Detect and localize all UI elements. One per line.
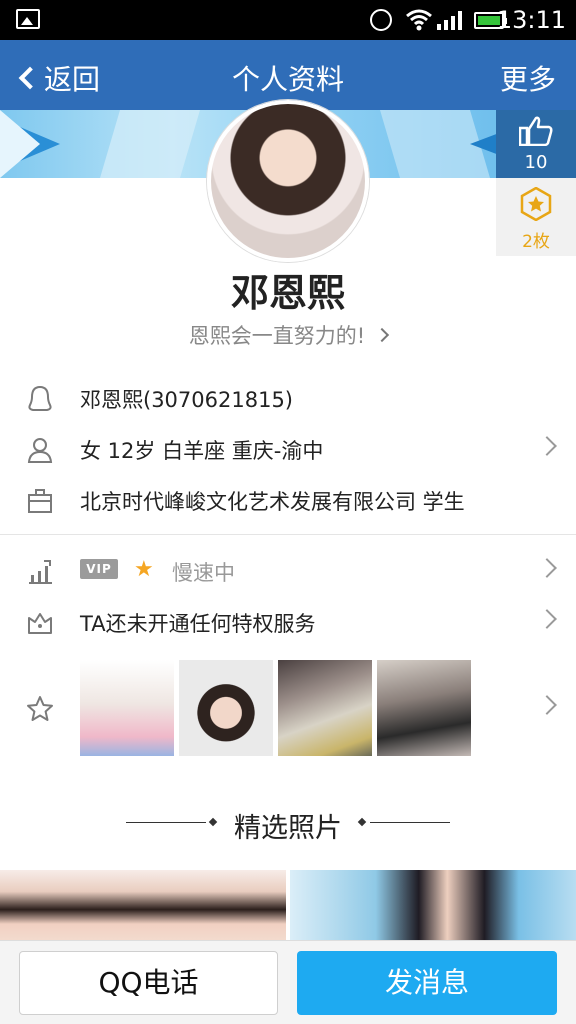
basic-info-row[interactable]: 女 12岁 白羊座 重庆-渝中 xyxy=(0,424,576,474)
qq-account-text: 邓恩熙(3070621815) xyxy=(80,388,293,412)
divider-dot xyxy=(208,817,218,827)
signal-icon xyxy=(437,11,462,30)
medal-button[interactable]: 2枚 xyxy=(496,178,576,256)
profile-name: 邓恩熙 xyxy=(230,271,345,315)
medal-icon xyxy=(520,186,552,222)
chevron-right-icon xyxy=(537,609,557,629)
chevron-right-icon xyxy=(537,695,557,715)
divider-line xyxy=(370,822,450,823)
page-title: 个人资料 xyxy=(231,63,344,96)
alarm-icon xyxy=(370,9,392,31)
like-button[interactable]: 10 xyxy=(496,110,576,178)
vip-status-text: 慢速中 xyxy=(172,561,235,585)
privilege-row[interactable]: TA还未开通任何特权服务 xyxy=(0,597,576,647)
vip-badge: VIP xyxy=(80,559,118,579)
featured-photo[interactable] xyxy=(290,870,576,942)
profile-signature[interactable]: 恩熙会一直努力的! xyxy=(0,320,576,350)
like-count: 10 xyxy=(524,152,548,173)
signature-text: 恩熙会一直努力的! xyxy=(188,324,366,348)
photo-thumbnail[interactable] xyxy=(377,660,471,756)
send-message-button[interactable]: 发消息 xyxy=(297,951,557,1015)
avatar[interactable] xyxy=(207,100,369,262)
photo-thumbnail[interactable] xyxy=(278,660,372,756)
penguin-icon xyxy=(28,385,52,411)
chevron-right-icon xyxy=(375,327,390,343)
section-divider xyxy=(0,534,576,535)
wifi-icon xyxy=(406,9,432,31)
bottom-action-bar: QQ电话 发消息 xyxy=(0,940,576,1024)
image-notification-icon xyxy=(16,9,40,29)
status-bar: 13:11 xyxy=(0,0,576,40)
thumbs-up-icon xyxy=(518,116,553,147)
work-row: 北京时代峰峻文化艺术发展有限公司 学生 xyxy=(0,475,576,525)
featured-photos-title: 精选照片 xyxy=(234,813,342,844)
qq-account-row: 邓恩熙(3070621815) xyxy=(0,373,576,423)
more-button[interactable]: 更多 xyxy=(500,58,556,98)
privilege-text: TA还未开通任何特权服务 xyxy=(80,612,316,636)
medal-count: 2枚 xyxy=(522,232,550,252)
briefcase-icon xyxy=(28,489,52,513)
photo-thumbnail[interactable] xyxy=(80,660,174,756)
basic-info-text: 女 12岁 白羊座 重庆-渝中 xyxy=(80,439,324,463)
crown-icon xyxy=(28,613,52,634)
work-text: 北京时代峰峻文化艺术发展有限公司 学生 xyxy=(80,490,465,514)
divider-dot xyxy=(357,817,367,827)
featured-photo[interactable] xyxy=(0,870,286,942)
photo-wall-thumbnails xyxy=(80,660,471,756)
status-time: 13:11 xyxy=(496,6,566,34)
vip-row[interactable]: VIP ★ 慢速中 xyxy=(0,546,576,596)
photo-thumbnail[interactable] xyxy=(179,660,273,756)
star-icon: ★ xyxy=(134,557,154,582)
qq-call-button[interactable]: QQ电话 xyxy=(19,951,278,1015)
star-outline-icon xyxy=(27,696,53,721)
chevron-right-icon xyxy=(537,558,557,578)
person-icon xyxy=(27,438,53,463)
chevron-right-icon xyxy=(537,436,557,456)
divider-line xyxy=(126,822,206,823)
level-chart-icon xyxy=(29,560,52,584)
featured-photos-header: 精选照片 xyxy=(0,806,576,845)
